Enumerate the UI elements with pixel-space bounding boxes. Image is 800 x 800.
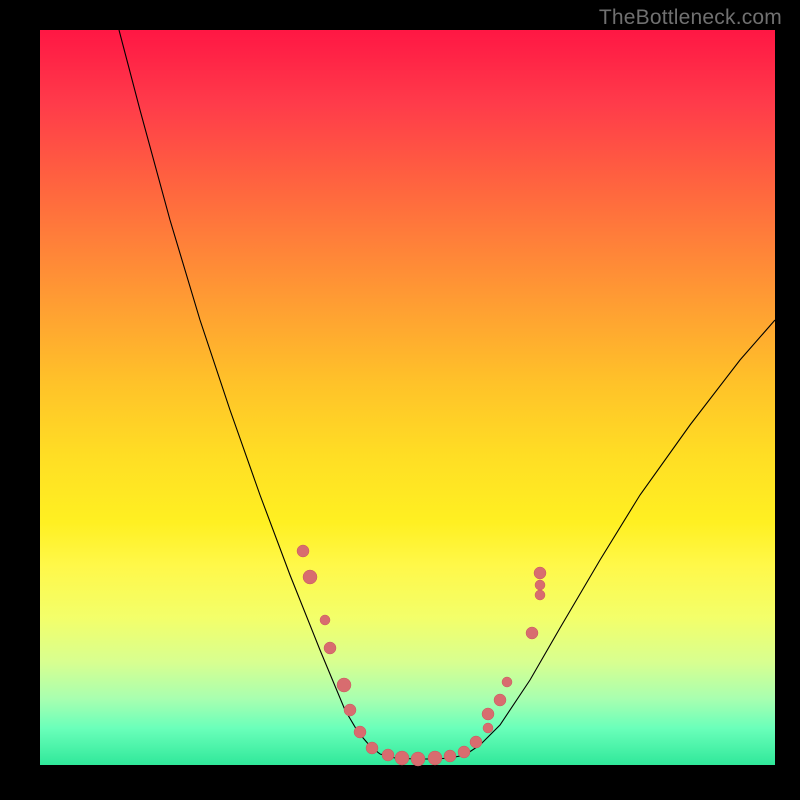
watermark-text: TheBottleneck.com (599, 6, 782, 30)
curve-group (119, 30, 775, 759)
chart-frame: TheBottleneck.com (0, 0, 800, 800)
data-marker-16 (482, 708, 494, 720)
data-marker-17 (494, 694, 506, 706)
data-marker-8 (382, 749, 394, 761)
plot-area (40, 30, 775, 765)
data-marker-0 (297, 545, 309, 557)
data-marker-6 (354, 726, 366, 738)
data-marker-14 (470, 736, 482, 748)
data-marker-22 (534, 567, 546, 579)
curve-left-curve (119, 30, 380, 754)
data-marker-21 (535, 580, 545, 590)
data-marker-2 (320, 615, 330, 625)
data-marker-20 (535, 590, 545, 600)
data-marker-3 (324, 642, 336, 654)
data-marker-15 (483, 723, 493, 733)
data-marker-4 (337, 678, 351, 692)
data-marker-10 (411, 752, 425, 766)
data-marker-18 (502, 677, 512, 687)
data-marker-11 (428, 751, 442, 765)
data-marker-13 (458, 746, 470, 758)
markers-group (297, 545, 546, 766)
curve-right-curve (465, 320, 775, 755)
data-marker-19 (526, 627, 538, 639)
data-marker-9 (395, 751, 409, 765)
data-marker-7 (366, 742, 378, 754)
data-marker-12 (444, 750, 456, 762)
data-marker-5 (344, 704, 356, 716)
data-marker-1 (303, 570, 317, 584)
chart-svg (40, 30, 775, 765)
